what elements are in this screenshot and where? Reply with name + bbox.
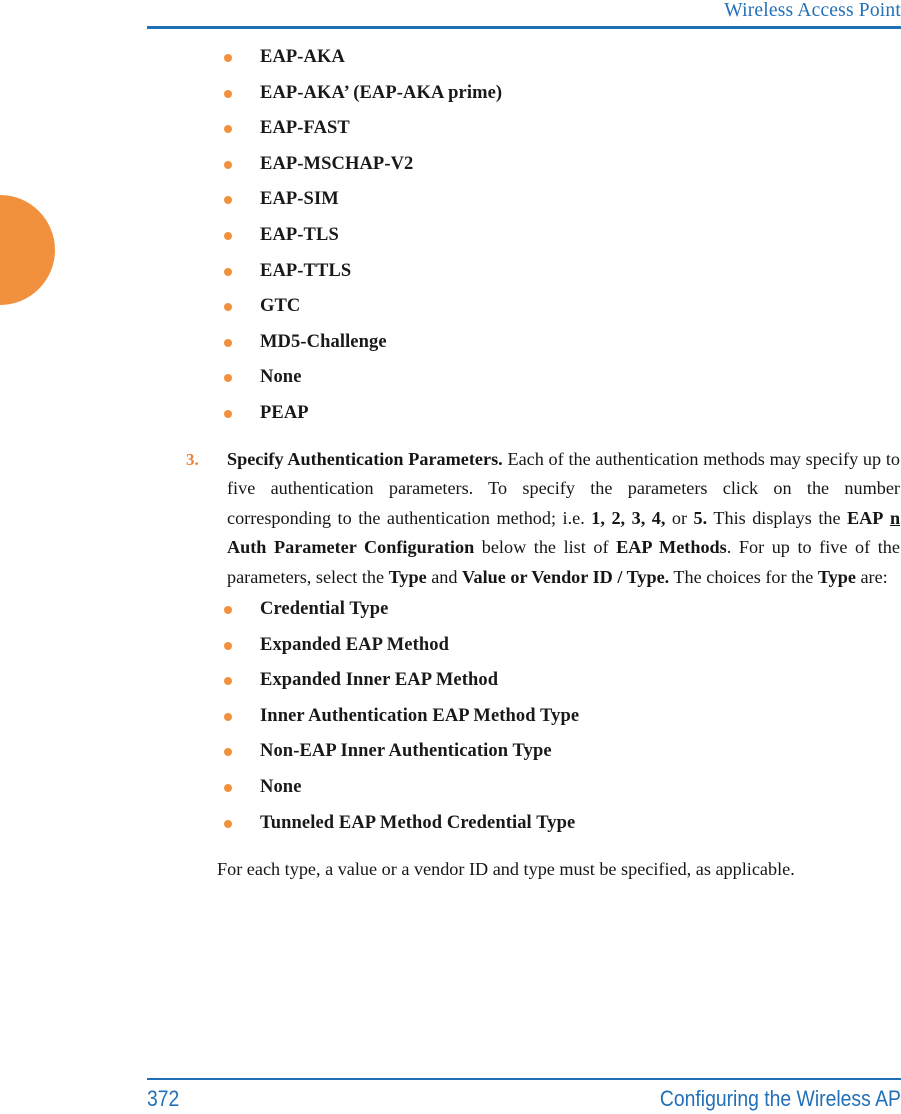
list-item: EAP-TLS: [0, 218, 901, 254]
bullet-dot-icon: [224, 712, 232, 721]
list-item-label: Expanded EAP Method: [260, 634, 449, 655]
bullet-dot-icon: [224, 303, 232, 312]
list-item-label: None: [260, 777, 302, 797]
list-item-label: Inner Authentication EAP Method Type: [260, 705, 580, 726]
list-item-label: EAP-SIM: [260, 189, 339, 210]
page-footer: 372 Configuring the Wireless AP: [147, 1070, 901, 1114]
list-item-label: PEAP: [260, 402, 309, 423]
emphasis-type-second: Type: [817, 566, 856, 587]
page-header-title: Wireless Access Point: [724, 0, 901, 21]
page-number: 372: [147, 1086, 180, 1111]
list-item-label: Credential Type: [260, 599, 389, 620]
step-number-option-5: 5.: [693, 507, 708, 528]
list-item: EAP-SIM: [0, 182, 901, 218]
numbered-step-3: 3. Specify Authentication Parameters. Ea…: [0, 445, 901, 593]
bullet-dot-icon: [224, 819, 232, 828]
eap-methods-list: EAP-AKA EAP-AKA’ (EAP-AKA prime) EAP-FAS…: [0, 40, 901, 432]
emphasis-auth-parameter-configuration: Auth Parameter Configuration: [227, 537, 475, 558]
list-item-label: MD5-Challenge: [260, 331, 387, 352]
list-item-label: EAP-TTLS: [260, 260, 352, 281]
list-item: None: [0, 360, 901, 396]
list-item-label: None: [260, 367, 302, 388]
bullet-dot-icon: [224, 89, 232, 98]
list-item-label: EAP-MSCHAP-V2: [260, 153, 414, 174]
list-item-label: GTC: [260, 296, 301, 317]
list-item: EAP-MSCHAP-V2: [0, 147, 901, 183]
list-item-label: Expanded Inner EAP Method: [260, 670, 499, 691]
step-number-option-3: 3,: [631, 507, 646, 528]
step-lead-in: Specify Authentication Parameters.: [227, 448, 503, 469]
step-number-option-2: 2,: [611, 507, 626, 528]
list-item: MD5-Challenge: [0, 325, 901, 361]
step-or-word: or: [665, 507, 694, 528]
step-paragraph: Specify Authentication Parameters. Each …: [227, 445, 900, 593]
step-body-5: and: [426, 566, 463, 587]
list-item-label: EAP-AKA: [260, 47, 345, 67]
bullet-dot-icon: [224, 54, 232, 62]
step-body-7: are:: [855, 566, 888, 587]
bullet-dot-icon: [224, 784, 232, 792]
step-body-3: below the list of: [474, 537, 617, 558]
bullet-dot-icon: [224, 267, 232, 276]
step-body-2: This displays the: [707, 507, 848, 528]
bullet-dot-icon: [224, 196, 232, 205]
list-item: GTC: [0, 289, 901, 325]
page-content: EAP-AKA EAP-AKA’ (EAP-AKA prime) EAP-FAS…: [0, 40, 901, 885]
bullet-dot-icon: [224, 641, 232, 650]
bullet-dot-icon: [224, 606, 232, 615]
page-header-rule: [147, 26, 901, 29]
list-item: Inner Authentication EAP Method Type: [0, 699, 901, 735]
list-item: None: [0, 770, 901, 806]
list-item: Expanded Inner EAP Method: [0, 663, 901, 699]
bullet-dot-icon: [224, 374, 232, 383]
step-number-option-1: 1,: [591, 507, 605, 528]
emphasis-eap: EAP: [847, 507, 884, 528]
bullet-dot-icon: [224, 338, 232, 347]
list-item: EAP-AKA: [0, 40, 901, 76]
type-choices-list: Credential Type Expanded EAP Method Expa…: [0, 592, 901, 841]
step-body-6: The choices for the: [669, 566, 818, 587]
list-item-label: Tunneled EAP Method Credential Type: [260, 812, 576, 833]
footer-section-title: Configuring the Wireless AP: [659, 1086, 901, 1111]
list-item-label: EAP-AKA’ (EAP-AKA prime): [260, 82, 503, 103]
list-item-label: Non-EAP Inner Authentication Type: [260, 741, 552, 762]
bullet-dot-icon: [224, 160, 232, 169]
list-item-label: EAP-FAST: [260, 118, 350, 139]
bullet-dot-icon: [224, 231, 232, 240]
list-item: EAP-FAST: [0, 111, 901, 147]
list-item-label: EAP-TLS: [260, 224, 339, 245]
emphasis-value-or-vendor-id-type: Value or Vendor ID / Type.: [462, 566, 670, 587]
page-footer-rule: [147, 1078, 901, 1080]
step-number: 3.: [186, 449, 199, 469]
emphasis-n: n: [889, 507, 901, 528]
bullet-dot-icon: [224, 409, 232, 418]
list-item: EAP-TTLS: [0, 254, 901, 290]
list-item: Tunneled EAP Method Credential Type: [0, 806, 901, 842]
bullet-dot-icon: [224, 677, 232, 686]
list-item: Non-EAP Inner Authentication Type: [0, 734, 901, 770]
emphasis-eap-methods: EAP Methods: [616, 537, 727, 558]
page-header: Wireless Access Point: [147, 0, 901, 32]
step-number-option-4: 4,: [651, 507, 666, 528]
list-item: Credential Type: [0, 592, 901, 628]
list-item: Expanded EAP Method: [0, 628, 901, 664]
closing-paragraph: For each type, a value or a vendor ID an…: [217, 859, 795, 880]
emphasis-type-first: Type: [388, 566, 427, 587]
bullet-dot-icon: [224, 748, 232, 757]
list-item: PEAP: [0, 396, 901, 432]
list-item: EAP-AKA’ (EAP-AKA prime): [0, 76, 901, 112]
bullet-dot-icon: [224, 125, 232, 134]
